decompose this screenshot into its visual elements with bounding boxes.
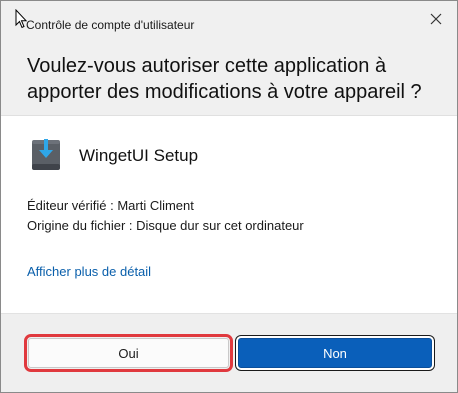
close-icon [430, 13, 442, 25]
close-button[interactable] [425, 8, 447, 30]
publisher-text: Éditeur vérifié : Marti Climent [27, 198, 194, 213]
window-title: Contrôle de compte d'utilisateur [26, 18, 195, 32]
dialog-header: Contrôle de compte d'utilisateur Voulez-… [1, 1, 457, 116]
show-details-link[interactable]: Afficher plus de détail [27, 264, 151, 279]
no-button[interactable]: Non [238, 338, 432, 368]
yes-button[interactable]: Oui [24, 334, 233, 372]
permission-question: Voulez-vous autoriser cette application … [27, 55, 422, 103]
uac-dialog: Contrôle de compte d'utilisateur Voulez-… [0, 0, 458, 393]
installer-icon [32, 139, 60, 170]
file-origin-text: Origine du fichier : Disque dur sur cet … [27, 218, 304, 233]
app-name: WingetUI Setup [79, 146, 199, 165]
